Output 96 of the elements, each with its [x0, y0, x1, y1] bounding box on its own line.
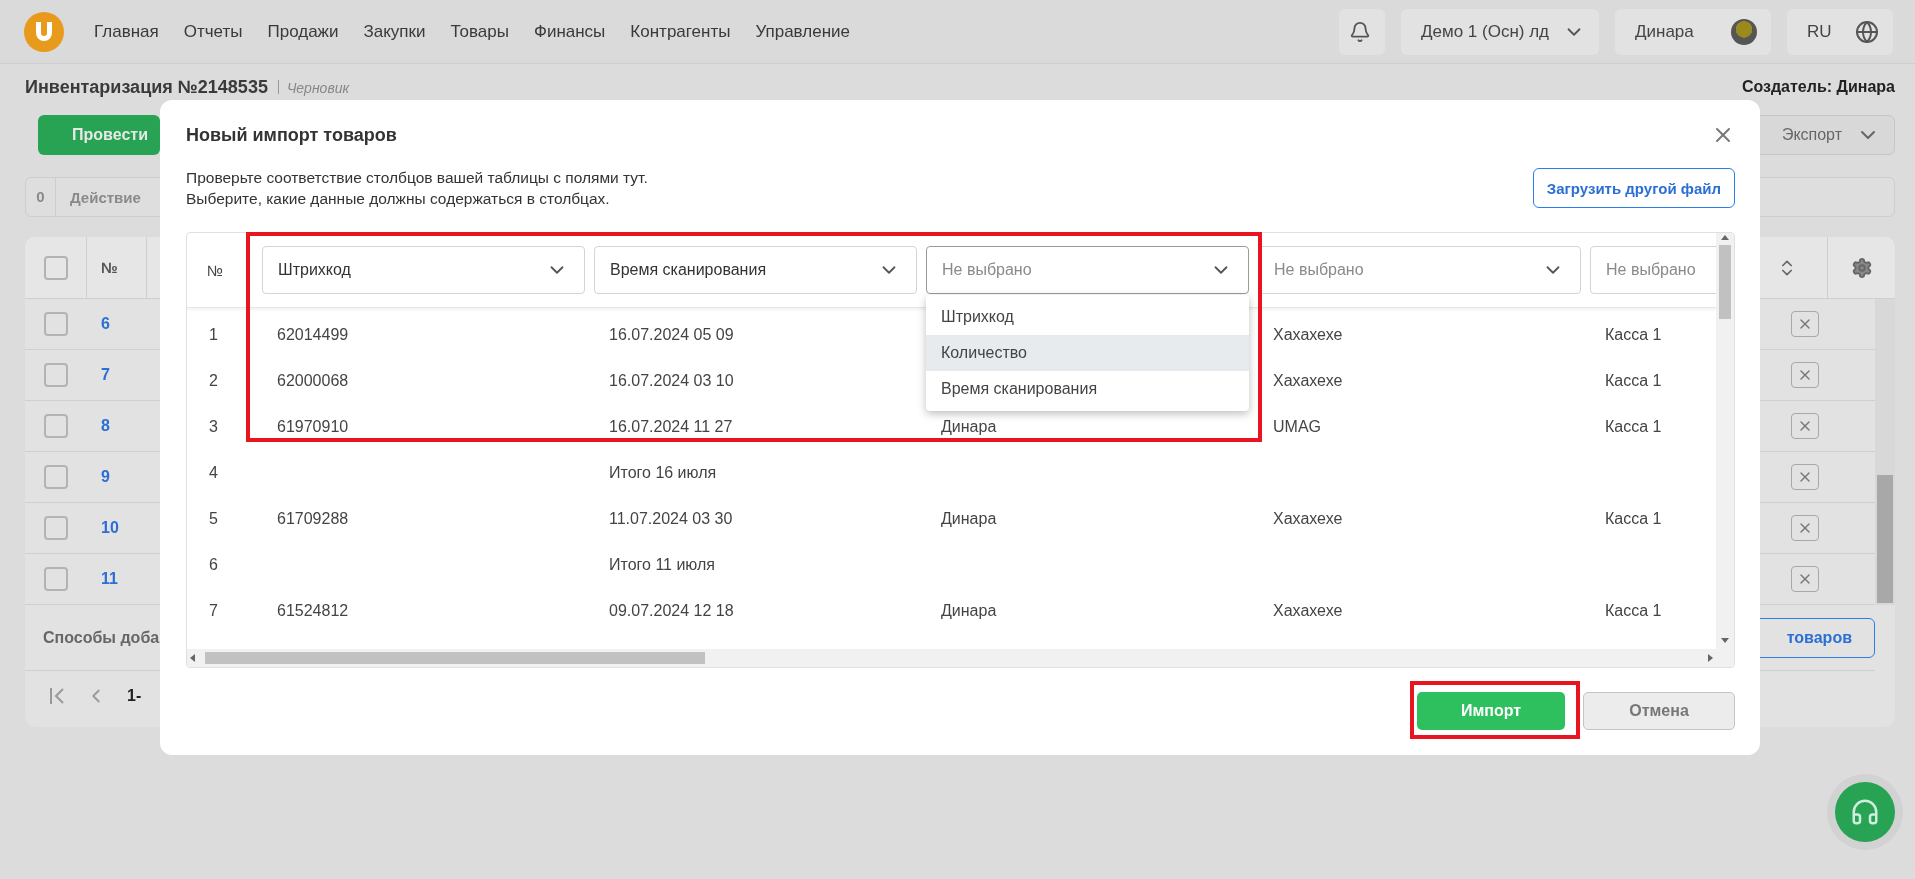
checkbox[interactable] [44, 363, 68, 387]
row-number-link[interactable]: 9 [87, 468, 147, 486]
row-number: 2 [208, 371, 219, 391]
row-number-link[interactable]: 8 [87, 417, 147, 435]
language-button[interactable]: RU [1787, 8, 1893, 55]
checkbox[interactable] [44, 414, 68, 438]
row-number-link[interactable]: 6 [87, 315, 147, 333]
table-cell-text: Касса 1 [1604, 371, 1663, 391]
table-cell-text: Хахахехе [1272, 601, 1344, 621]
delete-button[interactable] [1791, 566, 1819, 592]
table-cell-text: 62014499 [276, 325, 350, 345]
table-cell-text: 16.07.2024 03 10 [608, 371, 735, 391]
nav-link[interactable]: Финансы [533, 21, 606, 42]
column-select[interactable]: Время сканирования [594, 246, 917, 294]
scroll-down-icon[interactable] [1720, 637, 1730, 645]
table-cell-text: 09.07.2024 12 18 [608, 601, 735, 621]
column-header: № [87, 237, 147, 298]
nav-link[interactable]: Управление [755, 21, 850, 42]
table-cell-text: Хахахехе [1272, 509, 1344, 529]
table-cell-text: UMAG [1272, 417, 1322, 437]
notifications-button[interactable] [1339, 8, 1385, 55]
scroll-thumb[interactable] [1719, 245, 1731, 319]
pagination-range: 1- [127, 687, 142, 705]
table-cell-text: Хахахехе [1272, 325, 1344, 345]
nav-link[interactable]: Продажи [267, 21, 339, 42]
delete-button[interactable] [1791, 515, 1819, 541]
dropdown-option[interactable]: Время сканирования [926, 371, 1249, 407]
dropdown-option[interactable]: Количество [926, 335, 1249, 371]
nav-link[interactable]: Главная [94, 21, 159, 42]
nav-link[interactable]: Товары [450, 21, 509, 42]
checkbox[interactable] [44, 312, 68, 336]
logo-icon[interactable] [24, 11, 64, 52]
upload-file-button[interactable]: Загрузить другой файл [1532, 168, 1735, 208]
row-number: 4 [208, 463, 219, 483]
page-title: Инвентаризация №2148535 [25, 76, 268, 98]
table-cell-text: 62000068 [276, 371, 350, 391]
nav-link[interactable]: Контрагенты [630, 21, 731, 42]
delete-button[interactable] [1791, 362, 1819, 388]
delete-button[interactable] [1791, 311, 1819, 337]
row-number: 1 [208, 325, 219, 345]
cancel-button[interactable]: Отмена [1583, 692, 1735, 730]
column-header: № [206, 261, 225, 279]
table-cell-text: Хахахехе [1272, 371, 1344, 391]
row-number: 7 [208, 601, 219, 621]
checkbox[interactable] [44, 465, 68, 489]
table-cell-text: Динара [940, 601, 998, 621]
table-cell-text: 16.07.2024 11 27 [608, 417, 734, 437]
checkbox[interactable] [44, 567, 68, 591]
status-label: Черновик [286, 79, 350, 96]
delete-button[interactable] [1791, 464, 1819, 490]
column-select[interactable]: Штрихкод [262, 246, 585, 294]
instruction-text: Проверьте соответствие столбцов вашей таблицы с полями тут. [186, 168, 648, 187]
table-cell-text: Касса 1 [1604, 601, 1663, 621]
scroll-thumb[interactable] [205, 652, 705, 664]
checkbox[interactable] [44, 516, 68, 540]
dialog-title: Новый импорт товаров [186, 124, 397, 146]
globe-icon [1855, 19, 1879, 44]
table-cell-text: Итого 16 июля [608, 463, 718, 483]
table-cell-text: 61970910 [276, 417, 350, 437]
scroll-up-icon[interactable] [1720, 233, 1730, 241]
table-cell-text: Касса 1 [1604, 509, 1663, 529]
settings-icon[interactable] [1850, 256, 1873, 279]
row-number-link[interactable]: 10 [87, 519, 147, 537]
bell-icon [1349, 20, 1371, 43]
row-number: 6 [208, 555, 219, 575]
row-number-link[interactable]: 11 [87, 570, 147, 588]
company-dropdown[interactable]: Демо 1 (Осн) лд [1401, 8, 1599, 55]
scroll-thumb[interactable] [1877, 475, 1893, 603]
user-button[interactable]: Динара [1615, 8, 1771, 55]
scrollbar[interactable] [187, 649, 1716, 667]
instruction-text: Выберите, какие данные должны содержаться в столбцах. [186, 189, 611, 208]
nav-link[interactable]: Отчеты [183, 21, 243, 42]
table-cell-text: 61524812 [276, 601, 350, 621]
table-cell-text: 11.07.2024 03 30 [608, 509, 734, 529]
row-number: 5 [208, 509, 219, 529]
checkbox[interactable] [43, 255, 68, 280]
delete-button[interactable] [1791, 413, 1819, 439]
creator-label: Создатель: Динара [1741, 78, 1895, 96]
table-cell-text: Касса 1 [1604, 325, 1663, 345]
table-cell-text: Динара [940, 509, 998, 529]
column-select[interactable]: Не выбрано [1590, 246, 1716, 294]
nav-link[interactable]: Закупки [363, 21, 426, 42]
headset-icon [1850, 797, 1880, 827]
table-cell-text: 16.07.2024 05 09 [608, 325, 735, 345]
add-methods-label: Способы доба [43, 628, 160, 647]
table-cell-text: 61709288 [276, 509, 350, 529]
row-number-link[interactable]: 7 [87, 366, 147, 384]
dropdown-option[interactable]: Штрихкод [926, 299, 1249, 335]
avatar [1731, 18, 1757, 45]
table-cell-text: Динара [940, 417, 998, 437]
table-cell-text: Итого 11 июля [608, 555, 716, 575]
selected-count: 0 [26, 178, 56, 216]
table-cell-text: Касса 1 [1604, 417, 1663, 437]
scrollbar[interactable] [1716, 233, 1734, 667]
scrollbar[interactable] [1875, 299, 1895, 605]
row-number: 3 [208, 417, 219, 437]
